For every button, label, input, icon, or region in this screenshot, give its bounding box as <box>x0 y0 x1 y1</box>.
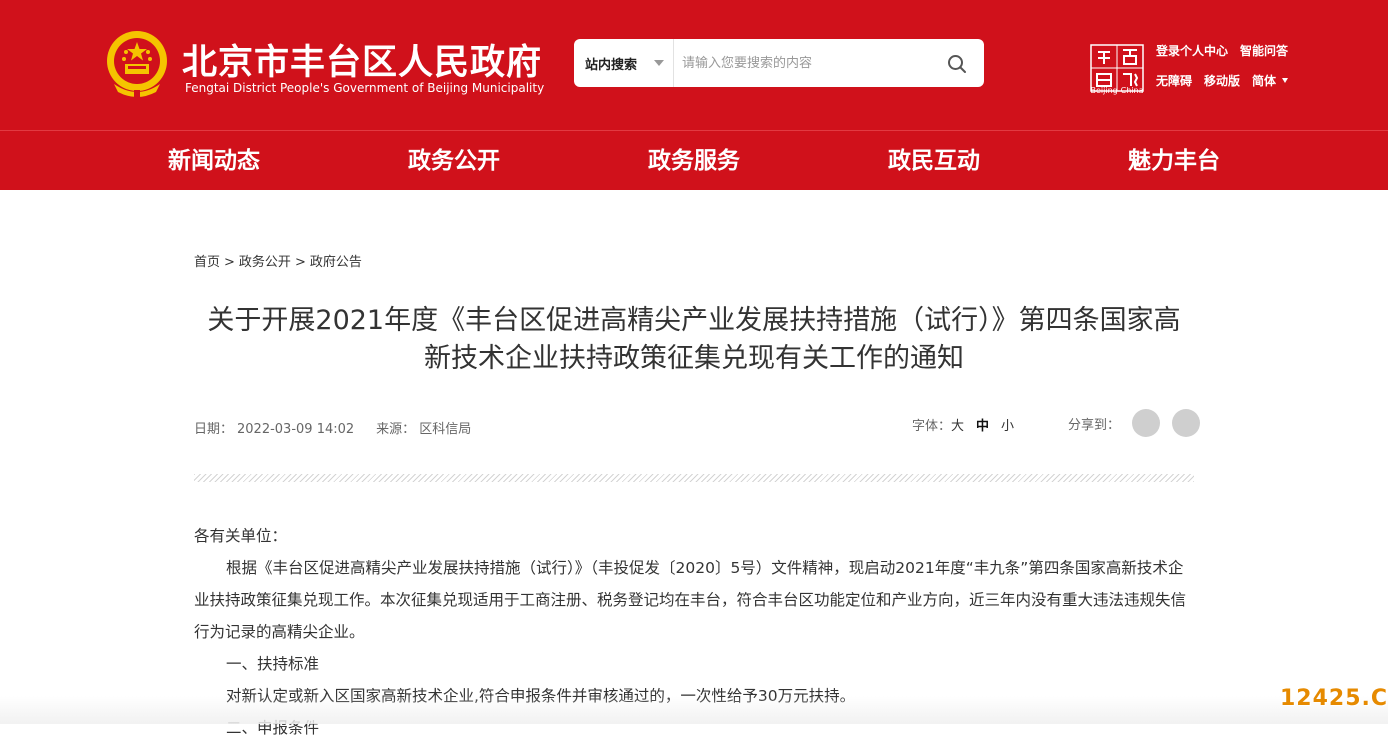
article-body: 各有关单位： 根据《丰台区促进高精尖产业发展扶持措施（试行）》（丰投促发〔202… <box>194 520 1194 744</box>
accessibility-link[interactable]: 无障碍 <box>1156 72 1192 88</box>
share-bar: 分享到： <box>1068 408 1201 438</box>
nav-item-interaction[interactable]: 政民互动 <box>864 131 1004 191</box>
section-heading: 二、申报条件 <box>226 719 320 737</box>
font-size-control: 字体：大中小 <box>912 415 1014 434</box>
share-label: 分享到： <box>1068 417 1121 433</box>
date-label: 日期： <box>194 422 234 437</box>
breadcrumb-home[interactable]: 首页 <box>194 255 220 270</box>
salutation: 各有关单位： <box>194 527 288 545</box>
article-meta: 日期： 2022-03-09 14:02 来源： 区科信局 <box>194 418 475 437</box>
search-icon[interactable] <box>946 53 968 75</box>
nav-item-charm-fengtai[interactable]: 魅力丰台 <box>1104 131 1244 191</box>
article-title: 关于开展2021年度《丰台区促进高精尖产业发展扶持措施（试行）》第四条国家高新技… <box>207 305 1181 374</box>
font-size-large[interactable]: 大 <box>951 419 964 434</box>
nav-item-government-affairs[interactable]: 政务公开 <box>384 131 524 191</box>
main-nav: 新闻动态 政务公开 政务服务 政民互动 魅力丰台 <box>0 130 1388 190</box>
section-heading: 一、扶持标准 <box>226 655 320 673</box>
share-wechat-icon[interactable] <box>1132 409 1161 437</box>
font-size-label: 字体： <box>912 419 952 434</box>
site-title[interactable]: 北京市丰台区人民政府 <box>182 34 542 85</box>
breadcrumb: 首页 > 政务公开 > 政府公告 <box>194 251 362 270</box>
search-scope-label: 站内搜索 <box>585 57 638 73</box>
font-size-medium[interactable]: 中 <box>976 419 989 434</box>
breadcrumb-government-notice[interactable]: 政府公告 <box>310 255 362 270</box>
date-value: 2022-03-09 14:02 <box>237 422 355 437</box>
breadcrumb-separator: > <box>224 255 235 270</box>
chevron-down-icon <box>654 60 664 66</box>
hatched-divider <box>194 474 1194 482</box>
caret-down-icon <box>1282 77 1289 83</box>
national-emblem-icon <box>107 31 167 100</box>
site-subtitle: Fengtai District People's Government of … <box>185 81 545 95</box>
language-selector[interactable]: 简体 <box>1252 72 1289 88</box>
share-weibo-icon[interactable] <box>1172 409 1201 437</box>
smart-qa-link[interactable]: 智能问答 <box>1240 42 1288 58</box>
breadcrumb-separator: > <box>294 255 306 270</box>
font-size-small[interactable]: 小 <box>1001 419 1014 434</box>
watermark: 12425.CN <box>1280 686 1388 711</box>
body-paragraph: 对新认定或新入区国家高新技术企业,符合申报条件并审核通过的，一次性给予30万元扶… <box>226 687 856 705</box>
capital-logo-caption: Beijing-China <box>1090 86 1144 95</box>
login-link[interactable]: 登录个人中心 <box>1156 42 1228 58</box>
search-input[interactable] <box>682 49 932 77</box>
nav-item-news[interactable]: 新闻动态 <box>144 131 284 191</box>
language-label: 简体 <box>1252 73 1277 88</box>
body-paragraph: 根据《丰台区促进高精尖产业发展扶持措施（试行）》（丰投促发〔2020〕5号）文件… <box>194 559 1187 641</box>
header-banner: 北京市丰台区人民政府 Fengtai District People's Gov… <box>0 0 1388 130</box>
search-scope-dropdown[interactable]: 站内搜索 <box>574 39 674 87</box>
nav-item-government-services[interactable]: 政务服务 <box>624 131 764 191</box>
breadcrumb-government-affairs[interactable]: 政务公开 <box>239 255 291 270</box>
search-box: 站内搜索 <box>574 39 984 87</box>
mobile-version-link[interactable]: 移动版 <box>1204 72 1240 88</box>
top-links: 登录个人中心 智能问答 无障碍 移动版 简体 <box>1156 42 1300 88</box>
source-value: 区科信局 <box>419 422 472 437</box>
source-label: 来源： <box>376 422 416 437</box>
